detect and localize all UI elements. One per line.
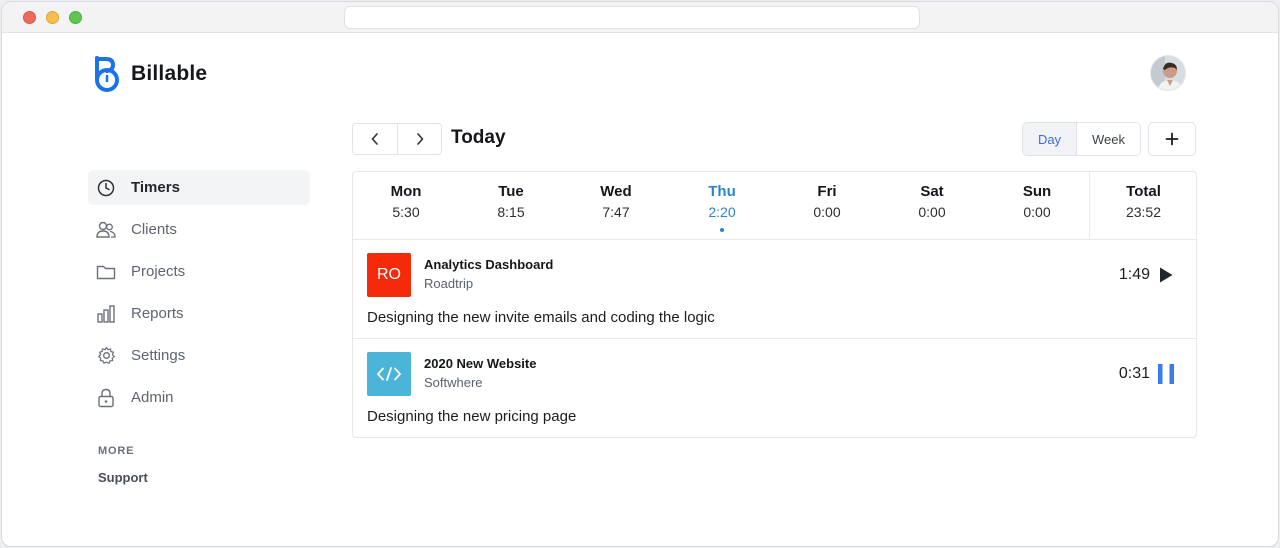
- clock-icon: [96, 178, 116, 198]
- window-titlebar: [2, 2, 1278, 33]
- sidebar-item-label: Settings: [131, 347, 186, 364]
- chevron-left-icon: [371, 133, 378, 145]
- day-total: 7:47: [602, 204, 630, 220]
- project-title: Analytics Dashboard: [424, 257, 554, 272]
- total-time: 23:52: [1125, 204, 1162, 220]
- start-timer-button[interactable]: [1156, 264, 1176, 286]
- chevron-right-icon: [416, 133, 423, 145]
- entry-description: Designing the new invite emails and codi…: [367, 309, 715, 326]
- support-link[interactable]: Support: [98, 470, 148, 485]
- sidebar-item-label: Timers: [131, 179, 180, 196]
- entry-duration: 1:49: [1118, 266, 1150, 283]
- address-bar[interactable]: [344, 6, 920, 29]
- sidebar-item-settings[interactable]: Settings: [88, 338, 310, 373]
- week-summary: Mon 5:30 Tue 8:15 Wed 7:47 Thu 2:20 Fri …: [353, 172, 1196, 240]
- day-total: 0:00: [1023, 204, 1051, 220]
- avatar-photo: [1151, 56, 1185, 90]
- day-mon[interactable]: Mon 5:30: [366, 183, 446, 220]
- sidebar-item-projects[interactable]: Projects: [88, 254, 310, 289]
- day-sun[interactable]: Sun 0:00: [997, 183, 1077, 220]
- sidebar-item-label: Clients: [131, 221, 177, 238]
- sidebar-nav: Timers Clients Projects Reports Settings: [88, 170, 310, 422]
- day-total: 5:30: [392, 204, 420, 220]
- project-initials: RO: [377, 266, 401, 283]
- previous-day-button[interactable]: [353, 124, 397, 154]
- sidebar-item-admin[interactable]: Admin: [88, 380, 310, 415]
- next-day-button[interactable]: [397, 124, 441, 154]
- app-name: Billable: [131, 62, 208, 85]
- day-total: 8:15: [497, 204, 525, 220]
- folder-icon: [96, 262, 116, 282]
- day-tue[interactable]: Tue 8:15: [471, 183, 551, 220]
- day-total: 2:20: [708, 204, 736, 220]
- day-name: Sun: [1022, 183, 1052, 200]
- current-day-indicator: [720, 228, 724, 232]
- total-label: Total: [1126, 183, 1161, 200]
- maximize-window-button[interactable]: [69, 11, 82, 24]
- minimize-window-button[interactable]: [46, 11, 59, 24]
- entry-description: Designing the new pricing page: [367, 408, 577, 425]
- play-icon: [1160, 267, 1173, 283]
- lock-icon: [96, 388, 116, 408]
- day-name: Wed: [600, 183, 632, 200]
- billable-logo-icon: [95, 56, 119, 92]
- client-name: Softwhere: [424, 375, 483, 390]
- pause-icon: [1158, 364, 1174, 384]
- browser-window: Billable Timers Clients Projects Reports…: [1, 1, 1279, 547]
- close-window-button[interactable]: [23, 11, 36, 24]
- day-name: Thu: [708, 183, 736, 200]
- project-badge: RO: [367, 253, 411, 297]
- day-sat[interactable]: Sat 0:00: [892, 183, 972, 220]
- sidebar-item-label: Admin: [131, 389, 174, 406]
- project-title: 2020 New Website: [424, 356, 537, 371]
- day-wed[interactable]: Wed 7:47: [576, 183, 656, 220]
- date-navigation: [352, 123, 442, 155]
- day-name: Mon: [390, 183, 422, 200]
- page-title: Today: [451, 127, 506, 148]
- pause-timer-button[interactable]: [1156, 363, 1176, 385]
- day-total: 0:00: [813, 204, 841, 220]
- day-name: Sat: [920, 183, 944, 200]
- sidebar-section-more: MORE: [98, 445, 135, 457]
- day-name: Tue: [498, 183, 524, 200]
- project-badge: [367, 352, 411, 396]
- view-toggle: Day Week: [1022, 122, 1141, 156]
- timer-entry[interactable]: RO Analytics Dashboard Roadtrip Designin…: [353, 240, 1196, 339]
- user-avatar[interactable]: [1150, 55, 1186, 91]
- entry-duration: 0:31: [1118, 365, 1150, 382]
- day-total: 0:00: [918, 204, 946, 220]
- sidebar-item-clients[interactable]: Clients: [88, 212, 310, 247]
- week-total: Total 23:52: [1089, 172, 1197, 239]
- add-timer-button[interactable]: [1148, 122, 1196, 156]
- gear-icon: [96, 346, 116, 366]
- day-view-button[interactable]: Day: [1023, 123, 1077, 155]
- sidebar-item-timers[interactable]: Timers: [88, 170, 310, 205]
- sidebar-item-label: Reports: [131, 305, 184, 322]
- sidebar-item-reports[interactable]: Reports: [88, 296, 310, 331]
- plus-icon: [1165, 132, 1179, 146]
- bar-chart-icon: [96, 304, 116, 324]
- day-fri[interactable]: Fri 0:00: [787, 183, 867, 220]
- users-icon: [96, 220, 116, 240]
- timers-card: Mon 5:30 Tue 8:15 Wed 7:47 Thu 2:20 Fri …: [352, 171, 1197, 438]
- code-icon: [377, 367, 401, 381]
- sidebar-item-label: Projects: [131, 263, 186, 280]
- week-view-button[interactable]: Week: [1077, 123, 1140, 155]
- app-logo[interactable]: Billable: [93, 55, 207, 93]
- day-name: Fri: [817, 183, 837, 200]
- client-name: Roadtrip: [424, 276, 474, 291]
- day-thu[interactable]: Thu 2:20: [682, 183, 762, 220]
- timer-entry[interactable]: 2020 New Website Softwhere Designing the…: [353, 339, 1196, 438]
